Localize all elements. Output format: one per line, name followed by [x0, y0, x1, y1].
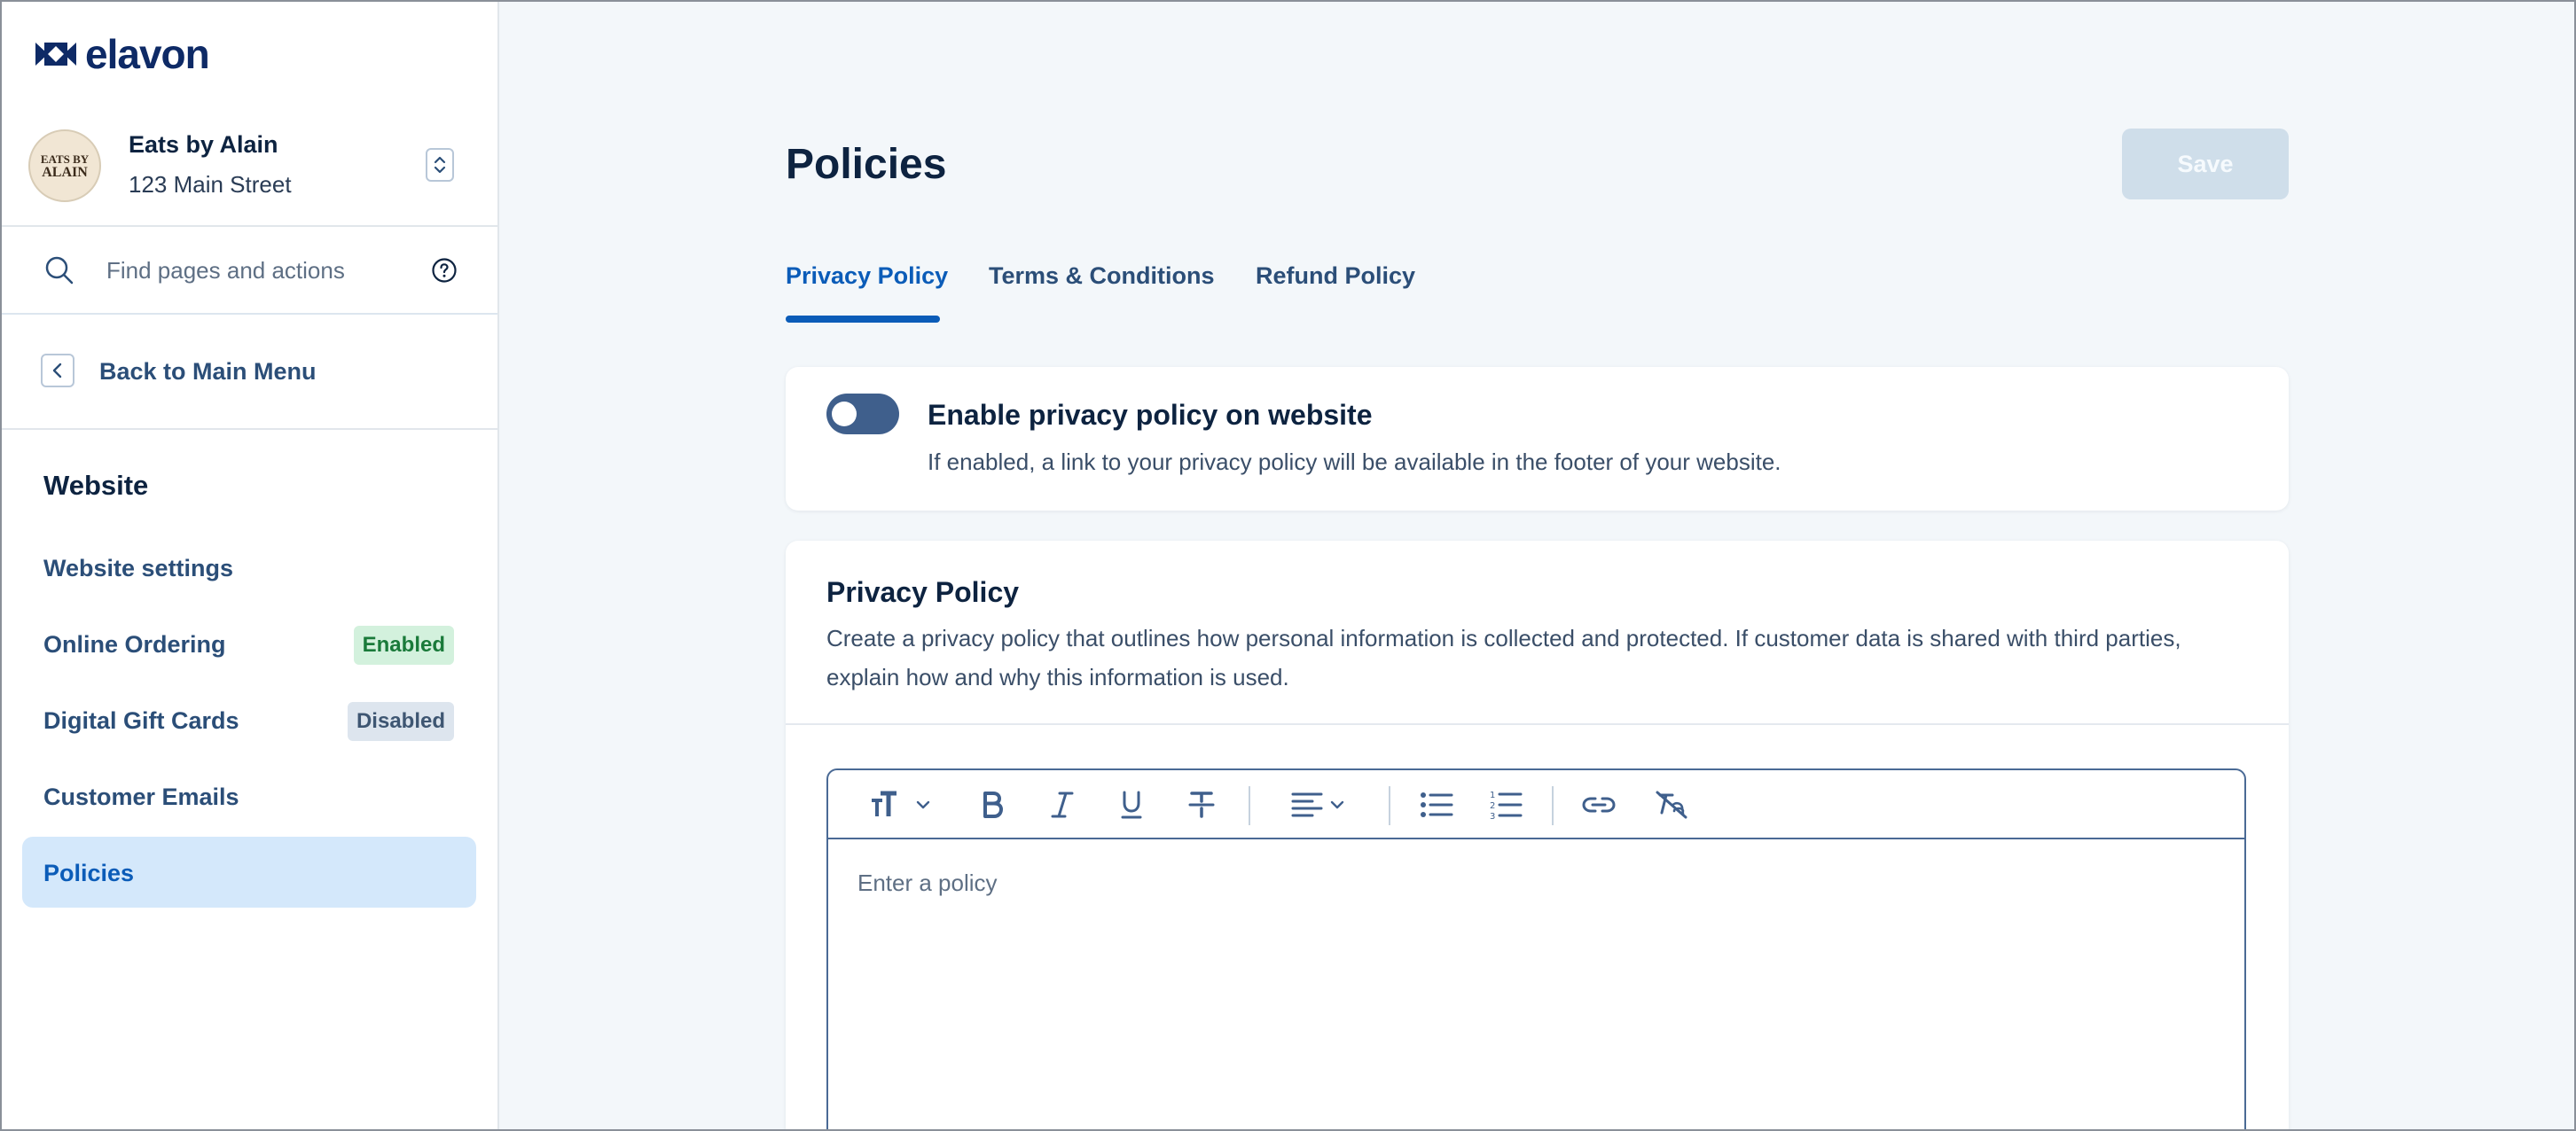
toolbar-separator — [1389, 786, 1390, 825]
align-button[interactable] — [1283, 788, 1354, 822]
sidebar-section-title: Website — [43, 470, 149, 501]
editor-toolbar: 1 2 3 — [828, 770, 2244, 839]
tab-privacy-policy[interactable]: Privacy Policy — [786, 262, 948, 290]
brand-name: elavon — [85, 31, 210, 77]
bold-icon — [983, 792, 1003, 818]
account-switcher[interactable]: EATS BY ALAIN Eats by Alain 123 Main Str… — [0, 115, 497, 227]
account-switch-button[interactable] — [426, 148, 454, 182]
save-button[interactable]: Save — [2122, 129, 2289, 199]
search-input[interactable] — [106, 250, 408, 291]
sidebar-item-policies[interactable]: Policies — [22, 837, 476, 908]
bullet-list-icon — [1421, 792, 1453, 817]
sidebar-item-customer-emails[interactable]: Customer Emails — [22, 760, 476, 831]
status-badge-enabled: Enabled — [353, 626, 454, 665]
link-button[interactable] — [1577, 788, 1621, 822]
toolbar-separator — [1552, 786, 1554, 825]
page-title: Policies — [786, 141, 947, 188]
policy-text-area[interactable] — [828, 839, 2244, 1131]
sidebar-item-label: Policies — [43, 860, 135, 886]
align-left-icon — [1291, 792, 1323, 817]
sidebar-item-label: Online Ordering — [43, 631, 226, 658]
italic-icon — [1051, 792, 1074, 818]
back-to-main-menu[interactable]: Back to Main Menu — [0, 315, 497, 430]
sidebar-item-label: Website settings — [43, 555, 234, 581]
avatar-line-2: ALAIN — [42, 165, 88, 180]
chevron-up-down-icon — [434, 156, 446, 174]
elavon-logo-icon — [35, 43, 76, 66]
account-avatar: EATS BY ALAIN — [28, 129, 101, 202]
numbered-list-icon: 1 2 3 — [1490, 791, 1523, 821]
clear-format-button[interactable] — [1649, 788, 1694, 822]
strikethrough-button[interactable] — [1185, 788, 1218, 822]
divider — [786, 723, 2289, 725]
italic-button[interactable] — [1045, 788, 1079, 822]
back-button[interactable] — [41, 354, 74, 387]
chevron-down-icon — [916, 800, 930, 809]
enable-privacy-policy-toggle[interactable] — [826, 394, 899, 434]
svg-text:3: 3 — [1490, 812, 1495, 821]
active-tab-indicator — [786, 316, 940, 323]
toggle-description: If enabled, a link to your privacy polic… — [928, 448, 1781, 475]
toggle-knob — [832, 402, 857, 426]
status-badge-disabled: Disabled — [347, 702, 454, 741]
tab-refund-policy[interactable]: Refund Policy — [1256, 262, 1415, 290]
sidebar-item-online-ordering[interactable]: Online Ordering Enabled — [22, 608, 476, 679]
elavon-logo[interactable]: elavon — [35, 30, 210, 78]
chevron-left-icon — [52, 363, 62, 378]
underline-icon — [1121, 791, 1142, 819]
underline-button[interactable] — [1115, 788, 1148, 822]
text-size-button[interactable] — [865, 788, 936, 822]
sidebar-item-digital-gift-cards[interactable]: Digital Gift Cards Disabled — [22, 684, 476, 755]
avatar-line-1: EATS BY — [40, 152, 90, 166]
clear-format-icon — [1656, 791, 1687, 819]
help-icon[interactable] — [431, 257, 458, 284]
sidebar-item-website-settings[interactable]: Website settings — [22, 532, 476, 603]
tab-terms-conditions[interactable]: Terms & Conditions — [989, 262, 1215, 290]
svg-text:1: 1 — [1490, 791, 1495, 800]
chevron-down-icon — [1330, 800, 1344, 809]
link-icon — [1582, 797, 1616, 813]
sidebar-item-label: Customer Emails — [43, 784, 239, 810]
policy-editor: 1 2 3 — [826, 768, 2246, 1131]
account-name: Eats by Alain — [129, 131, 278, 158]
back-label: Back to Main Menu — [99, 358, 317, 385]
sidebar-item-label: Digital Gift Cards — [43, 707, 239, 734]
account-address: 123 Main Street — [129, 171, 292, 198]
svg-text:2: 2 — [1490, 801, 1495, 811]
policy-card-description: Create a privacy policy that outlines ho… — [826, 625, 2181, 690]
search-icon — [45, 256, 74, 285]
enable-policy-card: Enable privacy policy on website If enab… — [786, 367, 2289, 511]
toggle-title: Enable privacy policy on website — [928, 399, 1373, 431]
search-bar — [0, 227, 497, 315]
numbered-list-button[interactable]: 1 2 3 — [1486, 788, 1525, 822]
policy-card-title: Privacy Policy — [826, 576, 1020, 608]
strikethrough-icon — [1188, 792, 1215, 818]
text-size-icon — [872, 791, 897, 816]
privacy-policy-card: Privacy Policy Create a privacy policy t… — [786, 541, 2289, 1131]
bold-button[interactable] — [975, 788, 1009, 822]
bullet-list-button[interactable] — [1417, 788, 1456, 822]
sidebar: elavon EATS BY ALAIN Eats by Alain 123 M… — [0, 0, 499, 1131]
toolbar-separator — [1249, 786, 1250, 825]
